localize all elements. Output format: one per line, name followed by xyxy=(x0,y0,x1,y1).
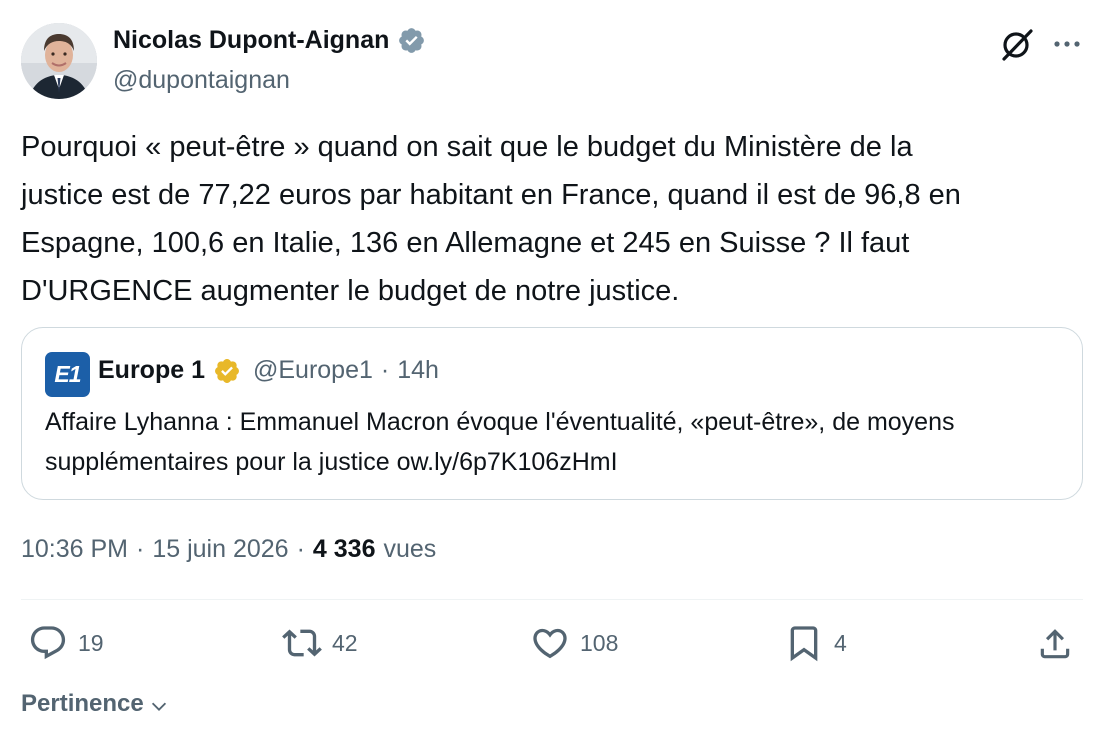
meta-separator: · xyxy=(296,535,305,563)
author-avatar[interactable] xyxy=(21,23,97,99)
views-count: 4 336 xyxy=(312,535,376,563)
verified-badge-icon[interactable] xyxy=(397,26,426,55)
meta-separator: · xyxy=(136,535,145,563)
quoted-tweet-header: Europe 1 @Europe1 · 14h xyxy=(98,356,439,385)
share-upload-icon xyxy=(1040,629,1070,659)
repost-button[interactable]: 42 xyxy=(282,623,358,663)
tweet-text: Pourquoi « peut-être » quand on sait que… xyxy=(21,131,961,307)
bookmark-icon xyxy=(790,626,818,662)
quoted-tweet-card[interactable]: E1 Europe 1 @Europe1 · 14h Affaire Lyhan… xyxy=(21,327,1083,500)
heart-icon xyxy=(533,628,567,659)
tweet-detail: Nicolas Dupont-Aignan @dupontaignan Pour… xyxy=(0,0,1108,735)
more-options-icon[interactable] xyxy=(1050,30,1084,58)
chevron-down-icon xyxy=(151,702,166,711)
bookmark-count: 4 xyxy=(834,629,847,656)
like-button[interactable]: 108 xyxy=(530,623,618,663)
divider xyxy=(21,599,1083,600)
share-button[interactable] xyxy=(1036,625,1074,663)
quoted-author-handle[interactable]: @Europe1 xyxy=(253,356,373,385)
reply-sort-dropdown[interactable]: Pertinence xyxy=(21,690,170,718)
grok-icon[interactable] xyxy=(998,25,1036,63)
quoted-author-avatar[interactable]: E1 xyxy=(45,352,90,397)
quoted-time[interactable]: 14h xyxy=(397,356,439,385)
quoted-separator: · xyxy=(380,356,390,384)
quoted-tweet-text: Affaire Lyhanna : Emmanuel Macron évoque… xyxy=(45,408,955,476)
repost-count: 42 xyxy=(332,629,358,656)
author-display-name[interactable]: Nicolas Dupont-Aignan xyxy=(113,26,389,55)
gold-verified-badge-icon xyxy=(215,358,239,383)
sort-label: Pertinence xyxy=(21,690,144,717)
author-name-row: Nicolas Dupont-Aignan xyxy=(113,26,426,55)
tweet-date[interactable]: 15 juin 2026 xyxy=(152,535,288,564)
author-handle[interactable]: @dupontaignan xyxy=(113,66,290,95)
tweet-time[interactable]: 10:36 PM xyxy=(21,535,128,564)
repost-arrows-icon xyxy=(282,629,322,657)
quoted-author-name[interactable]: Europe 1 xyxy=(98,356,205,385)
bookmark-button[interactable]: 4 xyxy=(784,623,847,663)
views-label: vues xyxy=(383,535,437,563)
reply-button[interactable]: 19 xyxy=(28,623,104,663)
reply-count: 19 xyxy=(78,629,104,656)
like-count: 108 xyxy=(580,629,619,656)
reply-bubble-icon xyxy=(30,626,66,660)
tweet-meta-row: 10:36 PM · 15 juin 2026 · 4 336 vues xyxy=(21,535,436,564)
